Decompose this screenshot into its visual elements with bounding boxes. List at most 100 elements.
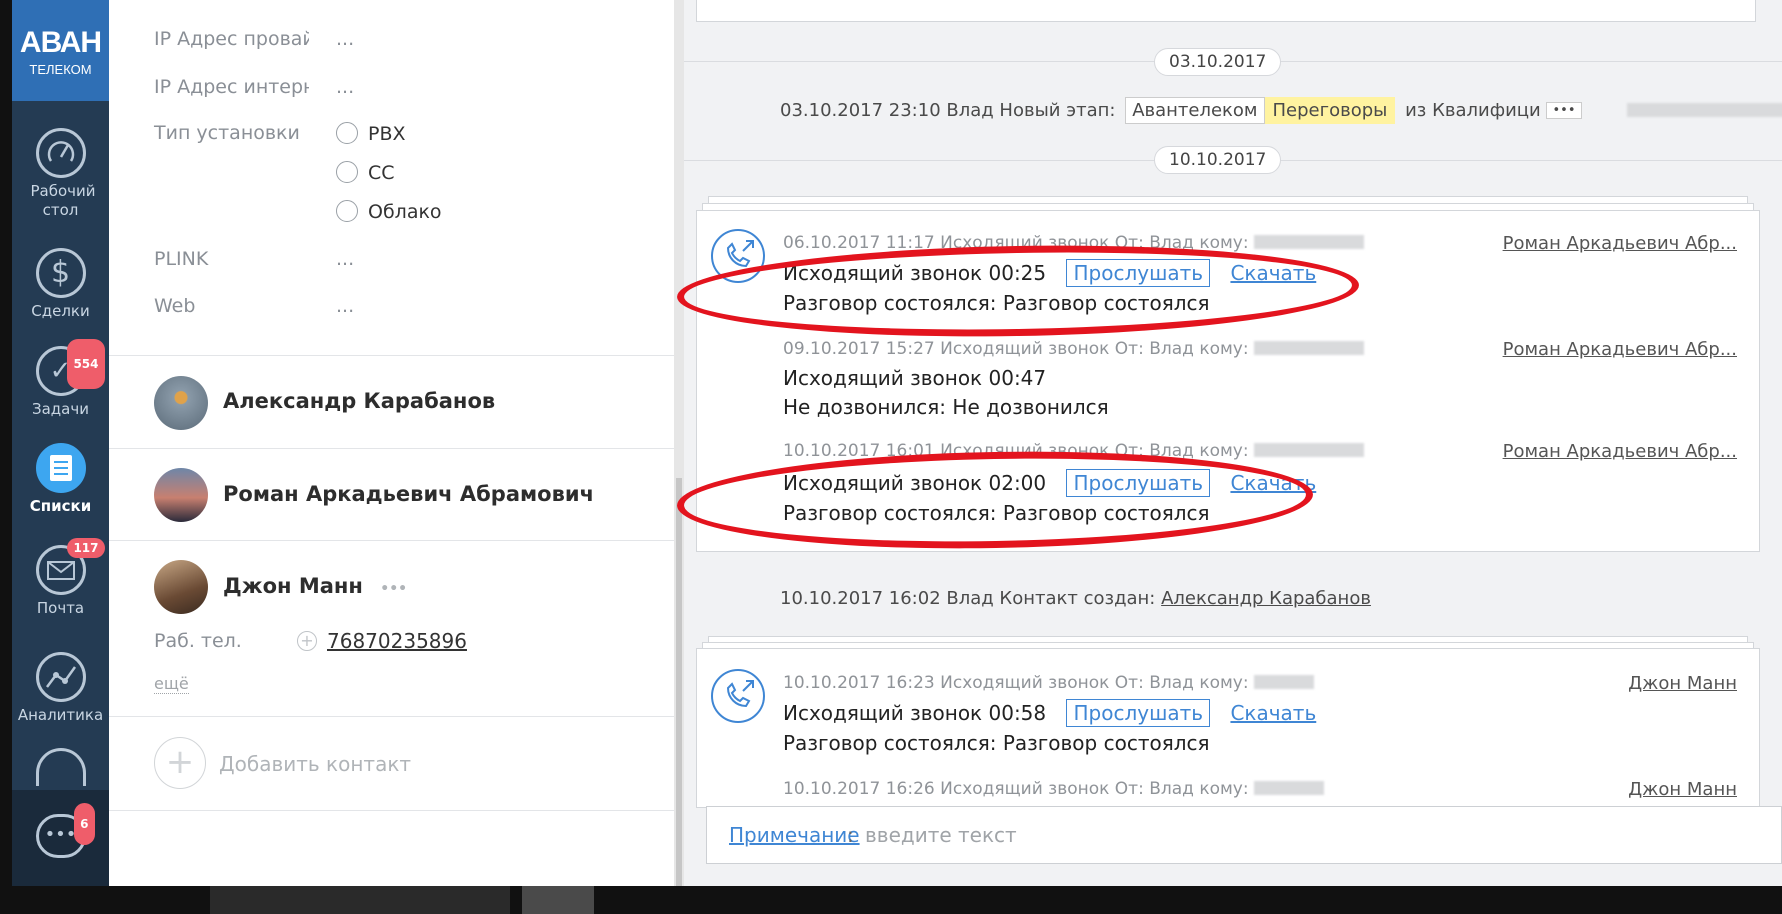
listen-button[interactable]: Прослушать <box>1066 699 1211 727</box>
person-link[interactable]: Роман Аркадьевич Абр... <box>1503 339 1737 360</box>
person-link[interactable]: Роман Аркадьевич Абр... <box>1503 441 1737 462</box>
nav-label: Аналитика <box>17 706 104 724</box>
radio-circle-icon <box>336 122 358 144</box>
web-label: Web <box>154 295 196 317</box>
avatar[interactable] <box>154 376 208 430</box>
ip-internet-value[interactable]: ... <box>336 76 354 98</box>
person-link[interactable]: Роман Аркадьевич Абр... <box>1503 233 1737 254</box>
mail-icon: 117 <box>35 538 105 595</box>
add-phone-icon[interactable]: + <box>297 631 317 651</box>
more-options-icon[interactable]: ••• <box>380 581 407 597</box>
stage-tag-negotiations: Переговоры <box>1264 97 1396 124</box>
note-colon: : <box>847 823 854 847</box>
note-label[interactable]: Примечание <box>729 823 860 847</box>
stage-tag-company: Авантелеком <box>1125 97 1265 124</box>
divider <box>109 540 674 541</box>
taskbar-item[interactable] <box>600 886 660 914</box>
divider <box>109 355 674 356</box>
taskbar-item[interactable] <box>690 886 750 914</box>
nav-item-analytics[interactable]: Аналитика <box>12 652 109 724</box>
date-pill: 10.10.2017 <box>1154 146 1282 174</box>
redacted-text <box>1254 781 1325 795</box>
divider <box>109 810 674 811</box>
call-duration: Исходящий звонок 00:58 <box>783 701 1047 725</box>
note-input[interactable]: введите текст <box>865 823 1017 847</box>
side-navigation: АВАН ТЕЛЕКОМ Рабочий стол $ Сделки ✓ 554… <box>0 0 109 886</box>
call-result: Не дозвонился: Не дозвонился <box>783 395 1109 419</box>
analytics-icon <box>35 652 86 702</box>
call-line: Исходящий звонок 00:58 Прослушать Скачат… <box>783 699 1316 727</box>
chat-button[interactable]: ••• 6 <box>12 790 109 886</box>
ip-provider-label: IP Адрес провай <box>154 28 309 50</box>
nav-label: Почта <box>36 599 85 617</box>
phone-link[interactable]: 76870235896 <box>327 629 467 653</box>
nav-label: Сделки <box>31 302 90 320</box>
nav-item-lists[interactable]: Списки <box>12 443 109 515</box>
nav-label: Рабочий стол <box>30 182 96 219</box>
call-result: Разговор состоялся: Разговор состоялся <box>783 731 1210 755</box>
calls-card: 10.10.2017 16:23 Исходящий звонок От: Вл… <box>696 648 1760 808</box>
contact-name[interactable]: Александр Карабанов <box>223 389 495 413</box>
redacted-text <box>1627 103 1782 117</box>
phone-label: Раб. тел. <box>154 630 242 652</box>
company-logo[interactable]: АВАН ТЕЛЕКОМ <box>12 0 109 101</box>
note-input-bar[interactable]: Примечание : введите текст <box>706 806 1782 864</box>
contact-name[interactable]: Роман Аркадьевич Абрамович <box>223 482 594 506</box>
nav-item-settings[interactable] <box>12 748 109 790</box>
taskbar-item[interactable] <box>760 886 800 914</box>
ip-provider-value[interactable]: ... <box>336 28 354 50</box>
timeline-card <box>696 0 1756 22</box>
call-duration: Исходящий звонок 00:47 <box>783 366 1047 390</box>
nav-item-deals[interactable]: $ Сделки <box>12 248 109 320</box>
ip-internet-label: IP Адрес интерн <box>154 76 309 98</box>
radio-cloud[interactable]: Облако <box>336 200 442 223</box>
more-options-icon[interactable]: ••• <box>1546 102 1582 119</box>
stage-event-suffix: из Квалифици <box>1405 100 1541 121</box>
download-link[interactable]: Скачать <box>1230 701 1316 725</box>
redacted-text <box>1254 235 1365 249</box>
event-text: 10.10.2017 16:02 Влад Контакт создан: <box>780 588 1156 609</box>
contact-name[interactable]: Джон Манн ••• <box>223 574 407 598</box>
avatar[interactable] <box>154 560 208 614</box>
divider <box>109 716 674 717</box>
phone-outgoing-icon <box>711 669 765 723</box>
radio-circle-icon <box>336 200 358 222</box>
contact-panel: IP Адрес провай ... IP Адрес интерн ... … <box>109 0 684 886</box>
tasks-badge: 554 <box>67 339 105 389</box>
redacted-text <box>1254 443 1365 457</box>
taskbar-item[interactable] <box>522 886 594 914</box>
contact-link[interactable]: Александр Карабанов <box>1161 588 1371 609</box>
more-link[interactable]: ещё <box>154 674 189 694</box>
stage-event-text: 03.10.2017 23:10 Влад Новый этап: <box>780 100 1116 121</box>
date-pill: 03.10.2017 <box>1154 48 1282 76</box>
install-type-label: Тип установки <box>154 122 300 144</box>
panel-scrollbar[interactable] <box>674 0 684 886</box>
nav-label: Задачи <box>32 400 89 418</box>
nav-item-tasks[interactable]: ✓ 554 Задачи <box>12 339 109 418</box>
os-taskbar <box>0 886 1782 914</box>
person-link[interactable]: Джон Манн <box>1628 673 1737 694</box>
radio-cc[interactable]: CC <box>336 161 395 184</box>
speedometer-icon <box>35 128 86 178</box>
divider <box>109 448 674 449</box>
timeline-panel: 03.10.2017 03.10.2017 23:10 Влад Новый э… <box>676 0 1782 886</box>
taskbar-item[interactable] <box>210 886 510 914</box>
person-link[interactable]: Джон Манн <box>1628 779 1737 800</box>
call-meta-text: 10.10.2017 16:26 Исходящий звонок От: Вл… <box>783 779 1249 799</box>
wrench-icon <box>35 748 86 786</box>
nav-item-dashboard[interactable]: Рабочий стол <box>12 128 109 220</box>
call-meta-text: 10.10.2017 16:23 Исходящий звонок От: Вл… <box>783 673 1249 693</box>
scrollbar-thumb[interactable] <box>676 478 682 886</box>
avatar[interactable] <box>154 468 208 522</box>
redacted-text <box>1254 675 1315 689</box>
add-contact-icon[interactable]: + <box>154 737 206 789</box>
radio-pbx[interactable]: PBX <box>336 122 406 145</box>
web-value[interactable]: ... <box>336 295 354 317</box>
nav-item-mail[interactable]: 117 Почта <box>12 538 109 617</box>
radio-label: Облако <box>368 201 442 223</box>
radio-circle-icon <box>336 161 358 183</box>
plink-value[interactable]: ... <box>336 248 354 270</box>
logo-line2: ТЕЛЕКОМ <box>29 62 92 77</box>
add-contact-label[interactable]: Добавить контакт <box>219 752 411 776</box>
call-meta: 10.10.2017 16:23 Исходящий звонок От: Вл… <box>783 673 1315 693</box>
